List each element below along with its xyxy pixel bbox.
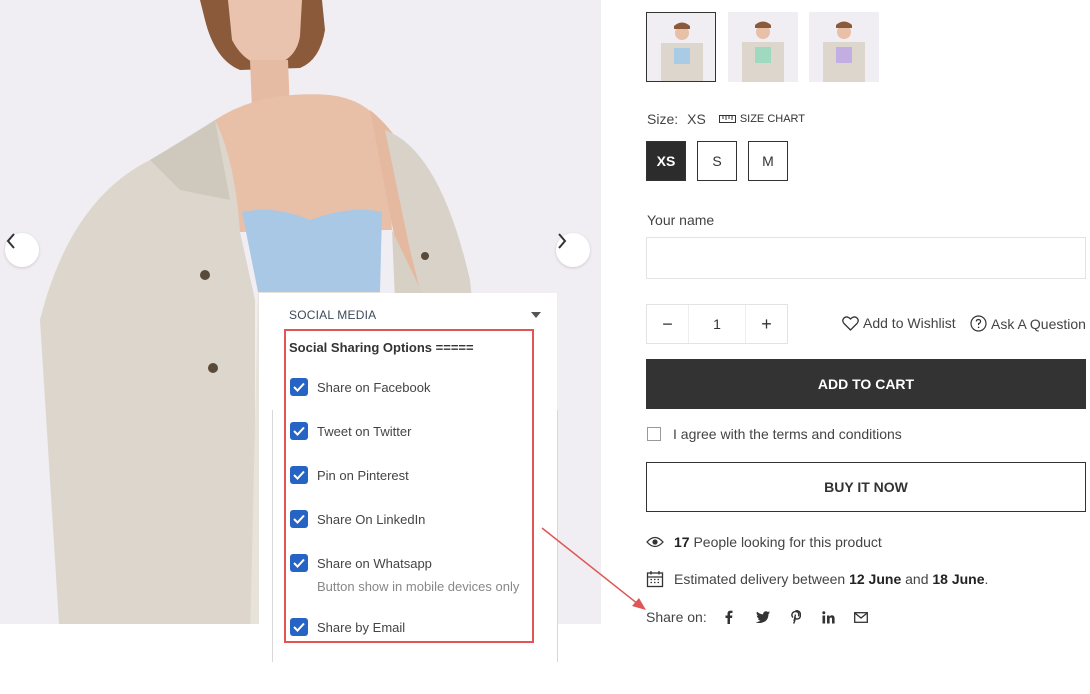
option-share-facebook[interactable]: Share on Facebook — [290, 378, 430, 396]
delivery-and: and — [905, 571, 929, 587]
linkedin-icon[interactable] — [812, 608, 845, 626]
delivery-suffix: . — [984, 571, 989, 587]
checkbox-checked[interactable] — [290, 554, 308, 572]
checkmark-icon — [293, 558, 305, 568]
panel-right-border — [557, 410, 558, 662]
name-field[interactable] — [646, 237, 1086, 279]
option-pin-pinterest[interactable]: Pin on Pinterest — [290, 466, 409, 484]
size-chart-link[interactable]: SIZE CHART — [718, 113, 806, 125]
delivery-info: Estimated delivery between 12 June and 1… — [646, 570, 988, 588]
option-tweet-twitter[interactable]: Tweet on Twitter — [290, 422, 411, 440]
twitter-icon[interactable] — [746, 608, 779, 626]
panel-left-border — [272, 410, 273, 662]
checkbox-checked[interactable] — [290, 378, 308, 396]
eye-icon — [646, 536, 664, 548]
quantity-increase-button[interactable]: + — [746, 305, 787, 343]
viewers-text: People looking for this product — [693, 534, 882, 550]
checkmark-icon — [293, 470, 305, 480]
chevron-right-icon — [558, 233, 567, 249]
size-row: Size: XS SIZE CHART — [647, 111, 805, 127]
size-chart-label: SIZE CHART — [739, 113, 806, 125]
option-label: Share by Email — [317, 619, 406, 635]
checkbox-checked[interactable] — [290, 422, 308, 440]
pinterest-icon[interactable] — [779, 608, 812, 626]
size-label: Size: — [647, 111, 679, 127]
thumbnail-image — [661, 22, 703, 81]
checkmark-icon — [293, 426, 305, 436]
size-option-s[interactable]: S — [697, 141, 737, 181]
thumbnail-lilac[interactable] — [809, 12, 879, 82]
checkbox-checked[interactable] — [290, 618, 308, 636]
terms-row: I agree with the terms and conditions — [647, 426, 902, 442]
option-label: Share on Whatsapp — [317, 555, 432, 571]
share-label: Share on: — [646, 609, 707, 625]
delivery-prefix: Estimated delivery between — [674, 571, 846, 587]
viewers-info: 17 People looking for this product — [646, 534, 882, 550]
ask-question-label: Ask A Question — [991, 315, 1086, 332]
quantity-stepper: − 1 + — [646, 304, 788, 344]
option-label: Share On LinkedIn — [317, 511, 426, 527]
ask-question-link[interactable]: Ask A Question — [970, 315, 1086, 332]
question-icon — [970, 315, 987, 332]
quantity-value[interactable]: 1 — [688, 305, 746, 343]
social-media-section-header[interactable]: SOCIAL MEDIA — [289, 308, 541, 322]
gallery-prev-button[interactable] — [5, 233, 39, 267]
thumbnail-image — [742, 21, 784, 82]
quantity-decrease-button[interactable]: − — [647, 305, 688, 343]
heart-icon — [842, 315, 859, 331]
checkmark-icon — [293, 382, 305, 392]
delivery-end-date: 18 June — [932, 571, 985, 587]
viewers-count: 17 — [674, 534, 690, 550]
option-share-linkedin[interactable]: Share On LinkedIn — [290, 510, 425, 528]
caret-down-icon — [531, 312, 541, 318]
buy-now-button[interactable]: BUY IT NOW — [646, 462, 1086, 512]
highlight-box — [284, 329, 534, 643]
checkbox-checked[interactable] — [290, 466, 308, 484]
delivery-start-date: 12 June — [849, 571, 902, 587]
name-field-label: Your name — [647, 212, 715, 228]
thumbnail-green[interactable] — [728, 12, 798, 82]
option-share-whatsapp[interactable]: Share on Whatsapp — [290, 554, 432, 572]
wishlist-label: Add to Wishlist — [863, 315, 956, 331]
calendar-icon — [646, 571, 664, 588]
thumbnail-image — [823, 21, 865, 82]
size-option-m[interactable]: M — [748, 141, 788, 181]
checkmark-icon — [293, 514, 305, 524]
gallery-next-button[interactable] — [556, 233, 590, 267]
terms-checkbox[interactable] — [647, 427, 661, 441]
chevron-left-icon — [6, 233, 15, 249]
options-title: Social Sharing Options ===== — [289, 340, 474, 355]
ruler-icon — [718, 115, 736, 123]
email-icon[interactable] — [845, 608, 878, 626]
size-option-xs[interactable]: XS — [646, 141, 686, 181]
checkbox-checked[interactable] — [290, 510, 308, 528]
facebook-icon[interactable] — [713, 608, 746, 626]
add-to-cart-button[interactable]: ADD TO CART — [646, 359, 1086, 409]
section-title: SOCIAL MEDIA — [289, 308, 377, 322]
option-label: Pin on Pinterest — [317, 467, 409, 483]
checkmark-icon — [293, 622, 305, 632]
whatsapp-note: Button show in mobile devices only — [317, 579, 520, 594]
option-label: Tweet on Twitter — [317, 423, 412, 439]
thumbnail-blue[interactable] — [646, 12, 716, 82]
terms-label: I agree with the terms and conditions — [673, 426, 902, 442]
option-label: Share on Facebook — [317, 379, 431, 395]
add-to-wishlist-link[interactable]: Add to Wishlist — [842, 315, 956, 331]
share-row: Share on: — [646, 608, 878, 626]
option-share-email[interactable]: Share by Email — [290, 618, 405, 636]
size-selected-value: XS — [687, 111, 706, 127]
